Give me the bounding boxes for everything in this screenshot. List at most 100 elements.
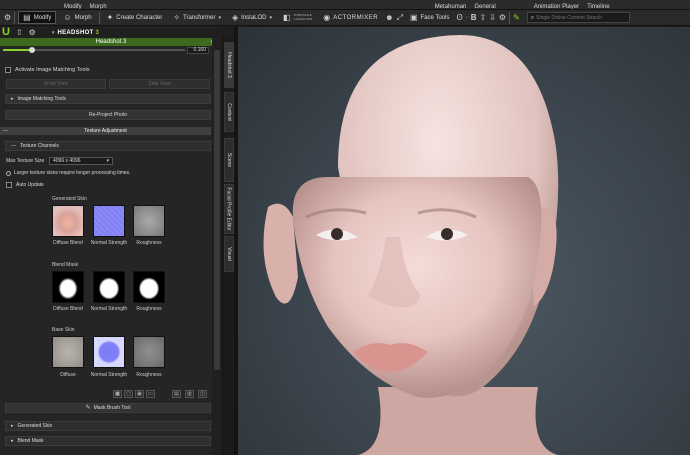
layers-icon[interactable]: ▦ bbox=[113, 390, 122, 398]
blend-normal-thumb[interactable] bbox=[93, 271, 125, 303]
export-icon[interactable]: ▤ bbox=[172, 390, 181, 398]
transformer-button[interactable]: ✧ Transformer ▾ bbox=[169, 11, 225, 24]
settings-icon[interactable]: ⚙ bbox=[499, 13, 506, 22]
upload-icon[interactable]: ⇧ bbox=[16, 28, 23, 37]
instalod-icon: ◈ bbox=[232, 12, 239, 22]
gen-normal-thumb[interactable] bbox=[93, 205, 125, 237]
brush-icon[interactable]: ✎ bbox=[513, 13, 520, 22]
tab-content[interactable]: Content bbox=[224, 92, 234, 132]
headshot-icon: ◐ bbox=[51, 29, 56, 36]
reproject-photo-button[interactable]: Re-Project Photo bbox=[5, 110, 211, 120]
auto-update-checkbox[interactable] bbox=[6, 182, 12, 188]
texture-channels-bar[interactable]: — Texture Channels bbox=[5, 141, 211, 151]
gear-icon[interactable]: ⚙ bbox=[29, 28, 36, 37]
main-toolbar: ⚙ ▤ Modify ☺ Morph ✦ Create Character ✧ … bbox=[0, 10, 690, 26]
create-character-button[interactable]: ✦ Create Character bbox=[103, 11, 167, 24]
texture-adjustment-header[interactable]: — Texture Adjustment bbox=[0, 127, 211, 135]
gen-roughness-thumb[interactable] bbox=[133, 205, 165, 237]
face-tools-button[interactable]: ▣ Face Tools bbox=[406, 11, 453, 24]
base-diffuse-thumb[interactable] bbox=[52, 336, 84, 368]
side-tab-strip: Headshot 3 Content Scene Facial Profile … bbox=[222, 38, 234, 455]
panel-title: Headshot 3 bbox=[95, 39, 127, 45]
modify-button[interactable]: ▤ Modify bbox=[18, 11, 57, 24]
chevron-down-icon: ▾ bbox=[218, 14, 221, 21]
head-render bbox=[263, 35, 559, 455]
blend-mask-label: Blend Mask bbox=[52, 262, 79, 268]
blend-normal-label: Normal Strength bbox=[90, 306, 128, 312]
generated-skin-section[interactable]: ▸ Generated Skin bbox=[5, 421, 211, 431]
max-texture-select[interactable]: 4096 x 4096 ▾ bbox=[49, 157, 113, 165]
import-icon[interactable]: ▥ bbox=[185, 390, 194, 398]
content-search-input[interactable]: ⌕ Single Online Content Search bbox=[526, 12, 630, 23]
max-texture-value: 4096 x 4096 bbox=[53, 158, 81, 164]
blend-roughness-label: Roughness bbox=[136, 306, 162, 312]
morph-icon: ☺ bbox=[63, 12, 72, 22]
info-row: Larger texture sizes require longer proc… bbox=[6, 170, 130, 176]
tab-headshot[interactable]: Headshot 3 bbox=[224, 42, 234, 88]
modify-label: Modify bbox=[33, 14, 52, 21]
tab-headshot-label: Headshot 3 bbox=[226, 52, 233, 78]
blend-diffuse-label: Diffuse Blend bbox=[53, 306, 83, 312]
fit-icon[interactable]: ⤢ bbox=[397, 13, 403, 22]
left-ear bbox=[263, 203, 298, 304]
slider-value-field[interactable]: 0.160 bbox=[187, 47, 209, 54]
3d-viewport[interactable] bbox=[238, 27, 690, 455]
blend-roughness-thumb[interactable] bbox=[133, 271, 165, 303]
front-view-button[interactable]: Front View bbox=[6, 79, 106, 89]
tab-facial-profile-editor[interactable]: Facial Profile Editor bbox=[224, 184, 234, 234]
reset-icon[interactable]: ◫ bbox=[198, 390, 207, 398]
side-view-button[interactable]: Side View bbox=[109, 79, 210, 89]
chevron-right-icon: ▸ bbox=[11, 438, 14, 444]
generated-skin-label: Generated Skin bbox=[52, 196, 87, 202]
base-normal-thumb[interactable] bbox=[93, 336, 125, 368]
blend-diffuse-thumb[interactable] bbox=[52, 271, 84, 303]
panel-scrollbar[interactable] bbox=[212, 38, 222, 455]
auto-update-label: Auto Update bbox=[16, 182, 44, 188]
auto-update-row[interactable]: Auto Update bbox=[6, 182, 44, 188]
face-scan-icon[interactable]: ☻ bbox=[385, 13, 393, 22]
paint-icon[interactable]: ᐧ bbox=[466, 13, 468, 22]
paste-icon[interactable]: ▣ bbox=[135, 390, 144, 398]
face-tools-icon: ▣ bbox=[409, 12, 418, 22]
left-iris bbox=[331, 228, 343, 240]
gen-diffuse-thumb[interactable] bbox=[52, 205, 84, 237]
activate-matching-row[interactable]: Activate Image Matching Tools bbox=[5, 67, 90, 73]
activate-checkbox[interactable] bbox=[5, 67, 11, 73]
actormixer-button[interactable]: ◉ ACTORMIXER bbox=[319, 11, 382, 24]
mask-brush-label: Mask Brush Tool bbox=[93, 405, 131, 411]
collapse-icon: — bbox=[3, 128, 8, 134]
symbol-icon[interactable]: ʘ bbox=[456, 13, 462, 22]
chevron-right-icon: ▸ bbox=[11, 423, 14, 429]
tab-scene[interactable]: Scene bbox=[224, 138, 234, 182]
copy-icon[interactable]: ▢ bbox=[124, 390, 133, 398]
substance-button[interactable]: ◧ SUBSTANCE CHARACTER bbox=[279, 11, 316, 24]
app-logo: U bbox=[2, 26, 10, 38]
bold-b-icon[interactable]: B bbox=[471, 13, 477, 22]
info-icon bbox=[6, 170, 11, 176]
slider-handle[interactable] bbox=[29, 47, 36, 53]
blend-mask-section[interactable]: ▸ Blend Mask bbox=[5, 436, 211, 446]
image-matching-tools-bar[interactable]: ▸ Image Matching Tools bbox=[5, 94, 211, 104]
mask-brush-tool-button[interactable]: ✎ Mask Brush Tool bbox=[5, 403, 211, 413]
actormixer-icon: ◉ bbox=[323, 12, 331, 22]
instalod-button[interactable]: ◈ InstaLOD ▾ bbox=[228, 11, 276, 24]
base-roughness-thumb[interactable] bbox=[133, 336, 165, 368]
instalod-label: InstaLOD bbox=[241, 14, 267, 21]
right-iris bbox=[441, 228, 453, 240]
scrollbar-thumb[interactable] bbox=[214, 50, 220, 370]
gear-icon[interactable]: ⚙ bbox=[4, 13, 11, 22]
upload-icon[interactable]: ⇧ bbox=[480, 13, 487, 22]
substance-icon: ◧ bbox=[283, 12, 291, 22]
toolbar-divider bbox=[98, 11, 100, 24]
download-icon[interactable]: ⇩ bbox=[489, 13, 496, 22]
toolbar-divider bbox=[509, 11, 511, 24]
chevron-down-icon: ▾ bbox=[269, 14, 273, 21]
tab-visual[interactable]: Visual bbox=[224, 236, 234, 272]
search-placeholder: Single Online Content Search bbox=[536, 14, 603, 21]
clear-icon[interactable]: ▭ bbox=[146, 390, 155, 398]
gen-diffuse-label: Diffuse Blend bbox=[53, 240, 83, 246]
base-diffuse-label: Diffuse bbox=[60, 372, 76, 378]
neck-shape bbox=[358, 387, 558, 455]
morph-button[interactable]: ☺ Morph bbox=[59, 11, 95, 24]
strength-slider[interactable] bbox=[3, 47, 185, 53]
